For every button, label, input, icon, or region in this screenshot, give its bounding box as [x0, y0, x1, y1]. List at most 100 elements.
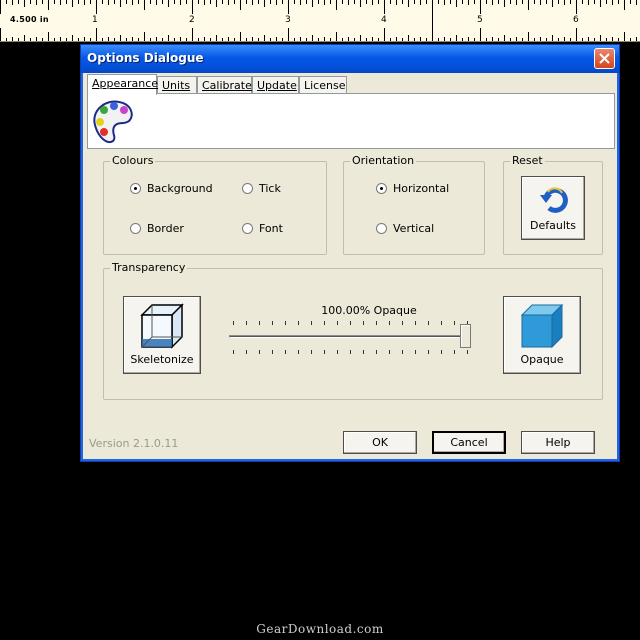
- screen-ruler[interactable]: 4.500 in 1 2 3 4 5 6: [0, 0, 640, 42]
- slider-tick: [363, 350, 364, 354]
- tab-calibrate[interactable]: Calibrate: [197, 76, 252, 94]
- slider-tick: [272, 350, 273, 354]
- slider-tick: [233, 321, 234, 325]
- radio-circle: [376, 183, 387, 194]
- tab-label: Update: [257, 79, 297, 92]
- slider-tick: [402, 321, 403, 325]
- ruler-number: 2: [189, 15, 195, 25]
- slider-tick: [298, 350, 299, 354]
- slider-tick: [272, 321, 273, 325]
- radio-circle: [242, 183, 253, 194]
- transparency-slider-track[interactable]: [229, 335, 471, 338]
- palette-icon: [93, 100, 133, 143]
- slider-tick: [350, 321, 351, 325]
- defaults-button[interactable]: Defaults: [521, 176, 585, 240]
- slider-tick: [376, 350, 377, 354]
- tab-header-panel: [87, 93, 615, 149]
- reset-group-label: Reset: [510, 154, 545, 167]
- reset-arrow-icon: [540, 187, 568, 213]
- help-button[interactable]: Help: [521, 431, 595, 454]
- slider-tick: [428, 321, 429, 325]
- slider-tick: [415, 321, 416, 325]
- slider-tick: [246, 321, 247, 325]
- tab-units[interactable]: Units: [157, 76, 197, 94]
- dialog-title: Options Dialogue: [87, 51, 204, 65]
- opaque-button-label: Opaque: [520, 353, 564, 366]
- tab-label: Calibrate: [202, 79, 252, 92]
- watermark: GearDownload.com: [256, 622, 384, 636]
- slider-tick: [350, 350, 351, 354]
- tab-label: Units: [162, 79, 191, 92]
- version-label: Version 2.1.0.11: [89, 437, 179, 450]
- ok-button[interactable]: OK: [343, 431, 417, 454]
- reset-group: Reset Defaults: [503, 154, 603, 255]
- slider-tick: [259, 321, 260, 325]
- orientation-group-label: Orientation: [350, 154, 417, 167]
- slider-tick: [467, 350, 468, 354]
- colours-group-label: Colours: [110, 154, 156, 167]
- slider-tick: [389, 321, 390, 325]
- radio-label: Vertical: [393, 222, 435, 235]
- radio-background[interactable]: Background: [130, 182, 213, 195]
- cancel-button[interactable]: Cancel: [432, 431, 506, 454]
- radio-label: Background: [147, 182, 213, 195]
- radio-circle: [376, 223, 387, 234]
- defaults-button-label: Defaults: [530, 219, 576, 232]
- title-bar[interactable]: Options Dialogue: [81, 45, 619, 73]
- slider-tick: [233, 350, 234, 354]
- slider-tick: [324, 350, 325, 354]
- slider-tick: [337, 350, 338, 354]
- slider-tick: [311, 321, 312, 325]
- orientation-group: Orientation Horizontal Vertical: [343, 154, 485, 255]
- radio-tick[interactable]: Tick: [242, 182, 281, 195]
- ruler-number: 4: [381, 15, 387, 25]
- slider-tick: [285, 321, 286, 325]
- radio-circle: [242, 223, 253, 234]
- radio-font[interactable]: Font: [242, 222, 283, 235]
- options-dialog: Options Dialogue Appearance Units Calibr…: [80, 44, 620, 462]
- skeletonize-button-label: Skeletonize: [130, 353, 194, 366]
- slider-tick: [402, 350, 403, 354]
- slider-tick: [246, 350, 247, 354]
- wireframe-cube-icon: [140, 303, 184, 349]
- close-button[interactable]: [594, 48, 615, 69]
- slider-tick: [441, 321, 442, 325]
- radio-circle: [130, 223, 141, 234]
- radio-vertical[interactable]: Vertical: [376, 222, 434, 235]
- ruler-readout: 4.500 in: [10, 15, 49, 24]
- tab-label: License: [304, 79, 346, 92]
- slider-tick: [415, 350, 416, 354]
- tab-appearance[interactable]: Appearance: [87, 74, 158, 95]
- slider-tick: [454, 350, 455, 354]
- slider-tick: [285, 350, 286, 354]
- transparency-group-label: Transparency: [110, 261, 188, 274]
- slider-tick: [259, 350, 260, 354]
- radio-horizontal[interactable]: Horizontal: [376, 182, 449, 195]
- ruler-number: 3: [285, 15, 291, 25]
- slider-tick: [376, 321, 377, 325]
- radio-circle: [130, 183, 141, 194]
- slider-tick: [337, 321, 338, 325]
- tab-license[interactable]: License: [299, 76, 347, 94]
- opacity-readout: 100.00% Opaque: [321, 304, 417, 317]
- opaque-button[interactable]: Opaque: [503, 296, 581, 374]
- solid-cube-icon: [520, 303, 564, 349]
- radio-border[interactable]: Border: [130, 222, 184, 235]
- slider-tick: [454, 321, 455, 325]
- slider-tick: [428, 350, 429, 354]
- ruler-number: 6: [573, 15, 579, 25]
- radio-label: Tick: [259, 182, 281, 195]
- close-icon: [599, 53, 610, 64]
- slider-tick: [389, 350, 390, 354]
- tab-update[interactable]: Update: [252, 76, 299, 94]
- radio-label: Horizontal: [393, 182, 450, 195]
- slider-tick: [324, 321, 325, 325]
- transparency-slider-thumb[interactable]: [460, 324, 471, 348]
- ok-button-label: OK: [372, 436, 388, 449]
- cancel-button-label: Cancel: [450, 436, 488, 449]
- skeletonize-button[interactable]: Skeletonize: [123, 296, 201, 374]
- ruler-number: 1: [92, 15, 98, 25]
- slider-tick: [311, 350, 312, 354]
- ruler-number: 5: [477, 15, 483, 25]
- radio-label: Border: [147, 222, 184, 235]
